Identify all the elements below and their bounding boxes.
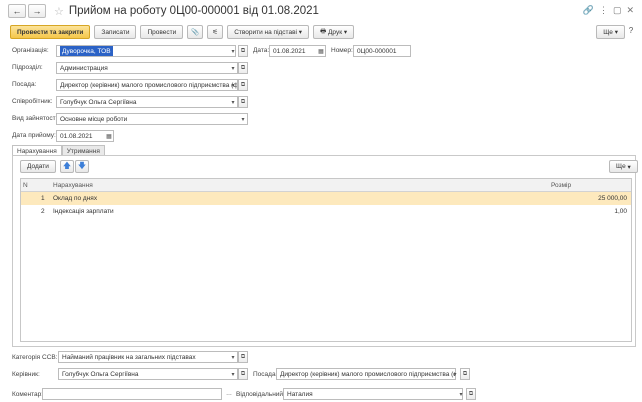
window-title: Прийом на роботу 0Ц00-000001 від 01.08.2… <box>68 5 319 17</box>
row-accrual: Оклад по днях <box>53 195 98 202</box>
grid-more-label: Ще <box>616 163 626 170</box>
employment-type-field[interactable]: Основне місце роботи <box>56 113 248 125</box>
create-based-on-label: Створити на підставі <box>234 28 297 36</box>
dropdown-icon[interactable]: ▾ <box>228 45 238 57</box>
manager-label: Керівник: <box>12 371 40 378</box>
organization-value: Дуворочка, ТОВ <box>60 46 113 56</box>
employee-field[interactable]: Голубчук Ольга Сергіївна <box>56 96 238 108</box>
division-label: Підрозділ: <box>12 64 43 71</box>
organization-label: Організація: <box>12 47 49 54</box>
division-field[interactable]: Администрация <box>56 62 238 74</box>
move-up-button[interactable]: 🡅 <box>60 160 74 173</box>
responsible-label: Відповідальний: <box>236 391 285 398</box>
arrow-up-icon: 🡅 <box>62 160 72 170</box>
table-row[interactable]: 1 Оклад по днях 25 000,00 <box>21 192 631 205</box>
printer-icon: 🖶 <box>320 27 327 35</box>
organization-field[interactable]: Дуворочка, ТОВ <box>56 45 236 57</box>
comment-field[interactable] <box>42 388 222 400</box>
title-bar: ← → ☆ Прийом на роботу 0Ц00-000001 від 0… <box>0 0 642 22</box>
open-link-icon[interactable]: ⧉ <box>238 96 248 108</box>
dropdown-icon[interactable]: ▾ <box>238 113 248 125</box>
ssv-category-label: Категорія ССВ: <box>12 354 58 361</box>
dropdown-icon[interactable]: ▾ <box>456 388 466 400</box>
create-based-on-button[interactable]: Створити на підставі ▾ <box>227 25 310 39</box>
favorite-star-icon[interactable]: ☆ <box>54 5 64 18</box>
row-number: 1 <box>41 195 45 202</box>
table-header: N Нарахування Розмір <box>21 179 631 192</box>
structure-icon[interactable]: ⚟ <box>207 25 224 39</box>
row-amount: 25 000,00 <box>598 195 627 202</box>
accruals-table[interactable]: N Нарахування Розмір 1 Оклад по днях 25 … <box>20 178 632 342</box>
calendar-icon[interactable]: ▦ <box>316 45 326 57</box>
post-button[interactable]: Провести <box>140 25 184 39</box>
menu-dots-icon[interactable]: ⋮ <box>599 5 608 16</box>
post-and-close-button[interactable]: Провести та закрити <box>10 25 91 39</box>
row-amount: 1,00 <box>614 208 627 215</box>
dropdown-icon[interactable]: ▾ <box>450 368 460 380</box>
open-link-icon[interactable]: ⧉ <box>460 368 470 380</box>
more-label: Ще <box>603 28 613 36</box>
dropdown-icon[interactable]: ▾ <box>228 368 238 380</box>
employment-type-label: Вид зайнятості: <box>12 115 59 122</box>
arrow-down-icon: 🡇 <box>77 160 87 170</box>
maximize-icon[interactable]: ▢ <box>613 5 622 16</box>
open-link-icon[interactable]: ⧉ <box>238 351 248 363</box>
ellipsis-icon[interactable]: … <box>224 388 234 400</box>
number-field[interactable]: 0Ц00-000001 <box>353 45 411 57</box>
date-label: Дата: <box>253 47 270 54</box>
column-amount: Розмір <box>551 182 572 189</box>
move-down-button[interactable]: 🡇 <box>75 160 89 173</box>
back-button[interactable]: ← <box>8 4 26 18</box>
comment-label: Коментар: <box>12 391 44 398</box>
help-icon[interactable]: ? <box>626 26 636 38</box>
calendar-icon[interactable]: ▦ <box>104 130 114 142</box>
dropdown-icon[interactable]: ▾ <box>228 351 238 363</box>
number-label: Номер: <box>331 47 353 54</box>
open-link-icon[interactable]: ⧉ <box>238 79 248 91</box>
forward-button[interactable]: → <box>28 4 46 18</box>
print-button[interactable]: 🖶 Друк ▾ <box>313 25 355 39</box>
manager-position-field[interactable]: Директор (керівник) малого промислового … <box>276 368 456 380</box>
print-label: Друк <box>328 28 343 36</box>
position-label: Посада: <box>12 81 37 88</box>
row-accrual: Індексація зарплати <box>53 208 114 215</box>
close-icon[interactable]: ✕ <box>626 5 634 16</box>
save-button[interactable]: Записати <box>94 25 137 39</box>
dropdown-icon[interactable]: ▾ <box>228 79 238 91</box>
toolbar: Провести та закрити Записати Провести 📎 … <box>10 25 355 39</box>
more-button[interactable]: Ще ▾ <box>596 25 625 39</box>
column-n: N <box>23 182 28 189</box>
employee-label: Співробітник: <box>12 98 53 105</box>
open-link-icon[interactable]: ⧉ <box>238 45 248 57</box>
add-row-button[interactable]: Додати <box>20 160 56 173</box>
table-row[interactable]: 2 Індексація зарплати 1,00 <box>21 205 631 218</box>
position-field[interactable]: Директор (керівник) малого промислового … <box>56 79 238 91</box>
dropdown-icon[interactable]: ▾ <box>228 96 238 108</box>
open-link-icon[interactable]: ⧉ <box>238 62 248 74</box>
open-link-icon[interactable]: ⧉ <box>238 368 248 380</box>
grid-more-button[interactable]: Ще ▾ <box>609 160 638 173</box>
row-number: 2 <box>41 208 45 215</box>
ssv-category-field[interactable]: Найманий працівник на загальних підстава… <box>58 351 238 363</box>
attachment-icon[interactable]: 📎 <box>187 25 204 39</box>
responsible-field[interactable]: Наталия <box>283 388 463 400</box>
manager-position-label: Посада: <box>253 371 278 378</box>
dropdown-icon[interactable]: ▾ <box>228 62 238 74</box>
column-accrual: Нарахування <box>53 182 93 189</box>
open-link-icon[interactable]: ⧉ <box>466 388 476 400</box>
manager-field[interactable]: Голубчук Ольга Сергіївна <box>58 368 238 380</box>
hire-date-label: Дата прийому: <box>12 132 56 139</box>
link-icon[interactable]: 🔗 <box>583 5 594 16</box>
